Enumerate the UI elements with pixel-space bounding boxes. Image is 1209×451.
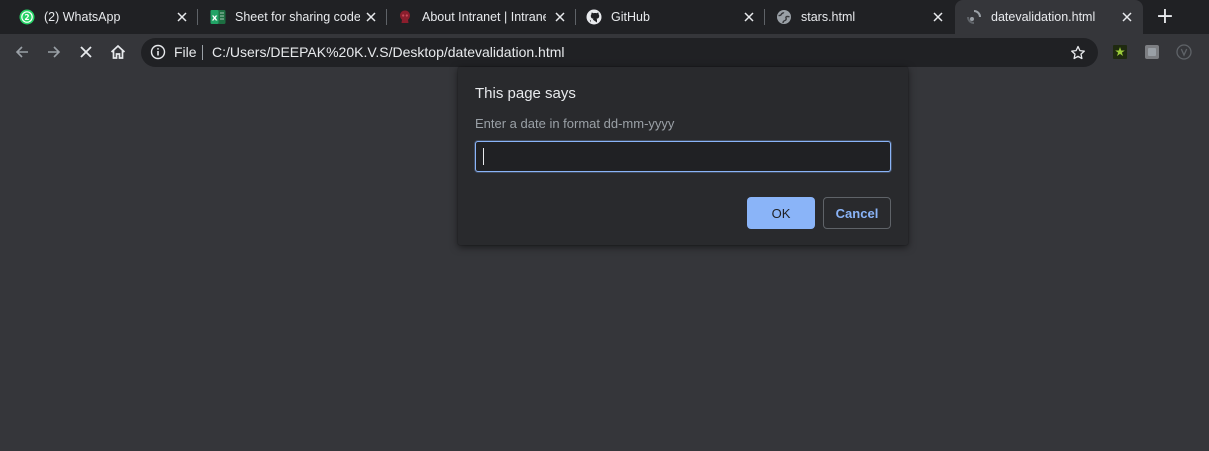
excel-icon: x bbox=[210, 9, 226, 25]
arrow-left-icon bbox=[15, 46, 28, 58]
forward-button[interactable] bbox=[42, 40, 66, 64]
star-icon[interactable] bbox=[1069, 44, 1087, 62]
svg-text:2: 2 bbox=[24, 13, 29, 22]
back-button[interactable] bbox=[10, 40, 34, 64]
extension-icon[interactable] bbox=[1175, 43, 1193, 61]
close-icon[interactable] bbox=[552, 9, 568, 25]
extension-icon[interactable] bbox=[1143, 43, 1161, 61]
tab-github[interactable]: GitHub bbox=[576, 0, 764, 34]
cancel-button[interactable]: Cancel bbox=[823, 197, 891, 229]
whatsapp-icon: 2 bbox=[19, 9, 35, 25]
close-icon[interactable] bbox=[930, 9, 946, 25]
info-icon[interactable] bbox=[150, 44, 166, 60]
date-input-field[interactable] bbox=[475, 141, 891, 172]
close-icon[interactable] bbox=[1119, 9, 1135, 25]
close-icon[interactable] bbox=[363, 9, 379, 25]
plus-icon: + bbox=[1155, 4, 1175, 29]
tab-title: GitHub bbox=[611, 10, 650, 24]
scheme-divider bbox=[202, 45, 203, 60]
browser-toolbar: File C:/Users/DEEPAK%20K.V.S/Desktop/dat… bbox=[0, 34, 1209, 71]
intranet-logo-icon bbox=[397, 9, 413, 25]
dialog-title: This page says bbox=[475, 85, 576, 102]
tab-sheet-for-sharing[interactable]: x Sheet for sharing code links bbox=[198, 0, 387, 34]
tab-title: (2) WhatsApp bbox=[44, 10, 121, 24]
close-icon bbox=[80, 46, 92, 58]
tab-title: Sheet for sharing code links bbox=[235, 10, 360, 24]
close-icon[interactable] bbox=[174, 9, 190, 25]
globe-icon bbox=[776, 9, 792, 25]
loading-spinner-icon bbox=[966, 9, 982, 25]
tab-strip: 2 (2) WhatsApp x Sheet for sharing code … bbox=[0, 0, 1209, 34]
address-bar[interactable]: File C:/Users/DEEPAK%20K.V.S/Desktop/dat… bbox=[141, 38, 1098, 67]
tab-whatsapp[interactable]: 2 (2) WhatsApp bbox=[0, 0, 196, 34]
github-icon bbox=[586, 9, 602, 25]
tab-about-intranet[interactable]: About Intranet | Intranet bbox=[387, 0, 575, 34]
home-button[interactable] bbox=[106, 40, 130, 64]
tab-datevalidation-html[interactable]: datevalidation.html bbox=[955, 0, 1143, 34]
tab-title: stars.html bbox=[801, 10, 856, 24]
prompt-dialog: This page says Enter a date in format dd… bbox=[458, 67, 908, 245]
ok-button[interactable]: OK bbox=[747, 197, 815, 229]
close-icon[interactable] bbox=[741, 9, 757, 25]
tab-stars-html[interactable]: stars.html bbox=[765, 0, 953, 34]
url-text[interactable]: C:/Users/DEEPAK%20K.V.S/Desktop/datevali… bbox=[212, 38, 565, 67]
home-icon bbox=[110, 44, 126, 59]
dialog-message: Enter a date in format dd-mm-yyyy bbox=[475, 116, 675, 131]
tab-title: datevalidation.html bbox=[991, 10, 1096, 24]
tab-title: About Intranet | Intranet bbox=[422, 10, 546, 24]
svg-text:x: x bbox=[212, 14, 218, 24]
extension-icon[interactable] bbox=[1111, 43, 1129, 61]
arrow-right-icon bbox=[48, 46, 61, 58]
scheme-label: File bbox=[174, 44, 197, 60]
stop-loading-button[interactable] bbox=[74, 40, 98, 64]
new-tab-button[interactable]: + bbox=[1153, 5, 1177, 29]
text-caret bbox=[483, 148, 484, 165]
